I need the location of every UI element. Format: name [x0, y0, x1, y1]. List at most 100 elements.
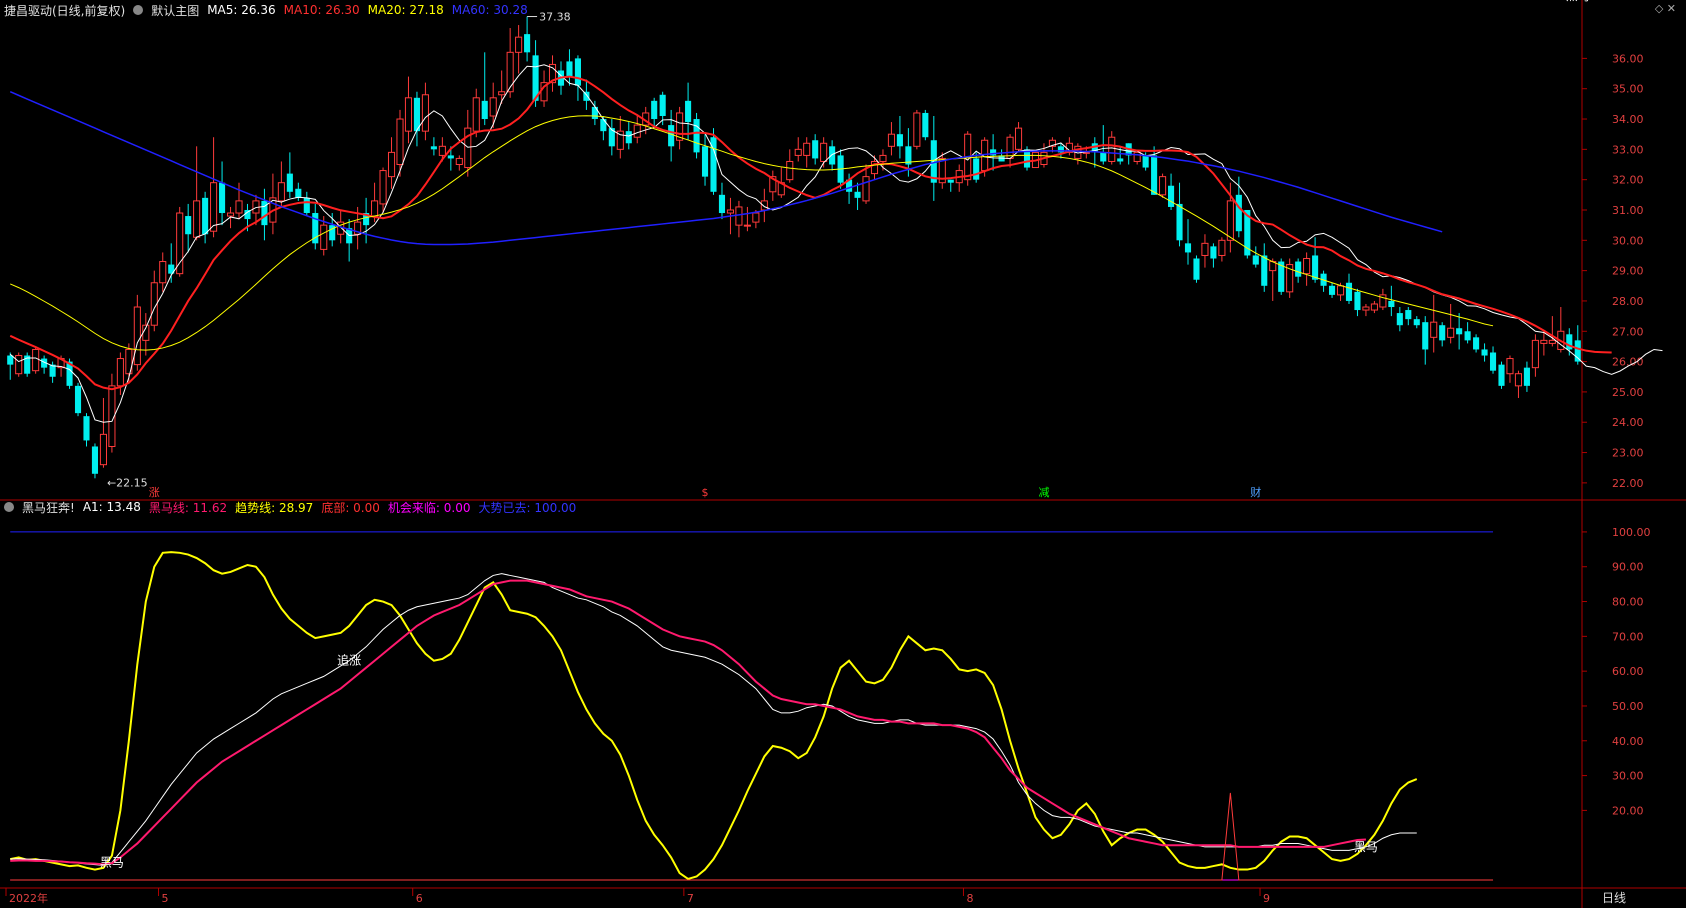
- candle-up: [99, 433, 107, 466]
- candle-up: [913, 112, 921, 147]
- candle-up: [887, 133, 895, 147]
- candle-down: [718, 194, 726, 214]
- candle-up: [633, 124, 641, 138]
- candle-down: [295, 188, 302, 198]
- event-marker: 减: [1038, 486, 1049, 499]
- candle-up: [1447, 327, 1455, 338]
- candle-down: [7, 355, 14, 365]
- candle-down: [1481, 349, 1488, 356]
- candle-down: [74, 385, 82, 414]
- price-tick-label: 27.00: [1612, 325, 1644, 338]
- candle-down: [1456, 328, 1463, 335]
- candle-up: [404, 97, 413, 132]
- date-tick-label: 8: [966, 892, 973, 905]
- candle-down: [1405, 310, 1412, 320]
- candle-down: [91, 446, 99, 474]
- candle-up: [421, 94, 429, 132]
- price-tick-label: 24.00: [1612, 416, 1644, 429]
- price-tick-label: 31.00: [1612, 204, 1644, 217]
- candle-down: [1489, 352, 1497, 371]
- candle-up: [1201, 242, 1209, 256]
- candle-up: [193, 200, 201, 238]
- candle-up: [794, 148, 802, 156]
- high-price-label: 37.38: [539, 11, 571, 24]
- candle-down: [668, 125, 675, 147]
- candle-up: [15, 355, 23, 375]
- candle-up: [1540, 339, 1548, 344]
- event-marker: $: [702, 486, 709, 499]
- candle-down: [574, 58, 581, 86]
- candle-up: [1506, 358, 1514, 375]
- indicator-tick-label: 70.00: [1612, 630, 1644, 643]
- candle-up: [1133, 151, 1141, 162]
- event-marker: 涨: [149, 486, 160, 499]
- signal-label: 追涨: [337, 653, 361, 668]
- candle-down: [1498, 364, 1505, 386]
- candle-down: [1100, 152, 1107, 162]
- candle-down: [947, 179, 954, 183]
- date-tick-label: 9: [1263, 892, 1270, 905]
- price-tick-label: 34.00: [1612, 113, 1644, 126]
- candle-down: [1396, 313, 1403, 326]
- ma-line-ma5: [9, 64, 1663, 423]
- price-tick-label: 30.00: [1612, 234, 1644, 247]
- candle-up: [116, 358, 124, 387]
- candle-up: [820, 142, 828, 162]
- candle-up: [277, 182, 285, 202]
- candle-up: [320, 224, 328, 250]
- candle-up: [176, 212, 184, 275]
- candle-down: [1413, 319, 1420, 326]
- ma-line-ma20: [10, 115, 1494, 351]
- candle-down: [566, 61, 573, 77]
- candle-down: [202, 197, 209, 235]
- hm-line: [10, 579, 1366, 866]
- candle-down: [303, 197, 310, 214]
- candle-down: [1295, 261, 1302, 277]
- candle-down: [1328, 285, 1336, 295]
- price-tick-label: 36.00: [1612, 52, 1644, 65]
- candle-up: [489, 97, 497, 117]
- ma-line-ma10: [9, 75, 1612, 391]
- indicator-tick-label: 80.00: [1612, 596, 1644, 609]
- candle-up: [726, 209, 735, 214]
- candle-up: [387, 151, 396, 178]
- candle-down: [854, 191, 861, 198]
- candle-down: [481, 100, 488, 120]
- candle-down: [659, 94, 666, 116]
- candle-up: [379, 170, 387, 205]
- candle-down: [1235, 194, 1242, 232]
- candle-down: [651, 100, 658, 120]
- candle-up: [1514, 373, 1523, 387]
- candle-up: [1370, 303, 1378, 311]
- candle-up: [1218, 239, 1226, 256]
- candle-up: [1548, 339, 1556, 344]
- indicator-tick-label: 100.00: [1612, 526, 1651, 539]
- candle-down: [812, 140, 819, 159]
- candle-down: [1168, 185, 1175, 207]
- candle-up: [1108, 136, 1116, 162]
- candle-up: [235, 200, 243, 214]
- candle-up: [752, 212, 760, 223]
- candle-down: [430, 146, 437, 150]
- candle-down: [701, 146, 709, 177]
- candle-up: [498, 91, 506, 96]
- candle-down: [1523, 367, 1530, 386]
- signal-label: 黑马: [1354, 840, 1378, 854]
- indicator-tick-label: 50.00: [1612, 700, 1644, 713]
- candle-down: [1193, 258, 1200, 280]
- candle-up: [133, 306, 141, 366]
- candle-up: [438, 145, 446, 156]
- candle-up: [371, 200, 379, 217]
- candle-up: [879, 154, 887, 162]
- candle-up: [506, 51, 514, 93]
- candle-down: [1117, 158, 1124, 162]
- indicator-tick-label: 90.00: [1612, 561, 1644, 574]
- candle-up: [455, 157, 463, 166]
- candle-down: [1151, 155, 1158, 195]
- candle-up: [1531, 339, 1539, 369]
- candle-down: [1464, 331, 1471, 341]
- candle-down: [591, 106, 598, 120]
- price-tick-label: 28.00: [1612, 295, 1644, 308]
- price-tick-label: 33.00: [1612, 143, 1644, 156]
- candle-down: [447, 155, 454, 159]
